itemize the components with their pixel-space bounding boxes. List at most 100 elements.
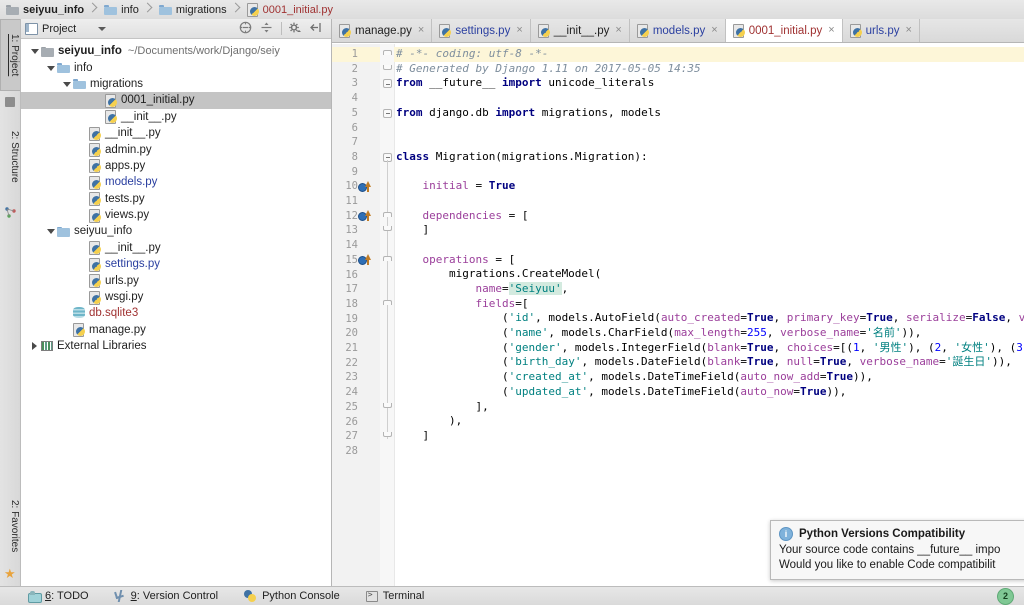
code-line: ('birth_day', models.DateField(blank=Tru… — [396, 355, 1012, 369]
breadcrumb-item-seiyuu-info[interactable]: seiyuu_info — [0, 0, 88, 19]
tree-item-label: seiyuu_info — [58, 45, 122, 58]
tree-item-admin-py[interactable]: admin.py — [21, 141, 331, 158]
chevron-right-icon[interactable] — [29, 338, 41, 354]
tree-item-0001-initial-py[interactable]: 0001_initial.py — [21, 92, 331, 109]
settings-gear-icon[interactable] — [288, 21, 303, 36]
breadcrumb-item-0001-initial-py[interactable]: 0001_initial.py — [241, 0, 337, 19]
python-file-icon — [439, 24, 452, 38]
tree-item-info[interactable]: info — [21, 59, 331, 75]
close-icon[interactable]: × — [906, 25, 912, 36]
code-line: name='Seiyuu', — [475, 282, 569, 295]
close-icon[interactable]: × — [711, 25, 717, 36]
fold-handle[interactable] — [383, 64, 392, 70]
code-line: fields=[ — [475, 296, 529, 310]
override-arrow-icon — [365, 254, 371, 266]
status-item-todo[interactable]: 6: TODO — [28, 590, 89, 603]
rail-tab-favorites[interactable]: 2: Favorites — [0, 485, 20, 567]
code-line: # Generated by Django 1.11 on 2017-05-05… — [396, 61, 701, 75]
line-number: 5 — [351, 106, 358, 119]
line-number: 4 — [351, 92, 358, 105]
tree-item-views-py[interactable]: views.py — [21, 207, 331, 223]
status-item-version-control[interactable]: 9: Version Control — [115, 590, 218, 602]
project-panel-title: Project — [42, 22, 77, 35]
status-badge[interactable]: 2 — [997, 587, 1014, 605]
tree-item-settings-py[interactable]: settings.py — [21, 256, 331, 272]
fold-handle[interactable] — [383, 108, 392, 118]
gutter-marker[interactable] — [358, 180, 372, 193]
python-file-icon — [105, 93, 117, 108]
tree-item-models-py[interactable]: models.py — [21, 174, 331, 190]
tree-item-migrations[interactable]: migrations — [21, 76, 331, 92]
line-number: 2 — [351, 62, 358, 75]
close-icon[interactable]: × — [516, 25, 522, 36]
tree-item-external-libraries[interactable]: External Libraries — [21, 338, 331, 354]
fold-handle[interactable] — [383, 79, 392, 89]
code-line: from __future__ import unicode_literals — [396, 76, 655, 90]
code-folding-column[interactable] — [380, 44, 395, 586]
tree-item-seiyuu-info[interactable]: seiyuu_info — [21, 223, 331, 239]
fold-handle[interactable] — [383, 50, 392, 55]
status-terminal-label: Terminal — [382, 590, 425, 602]
tree-item-label: settings.py — [105, 258, 160, 271]
editor-tab-urls-py[interactable]: urls.py × — [843, 19, 920, 42]
fold-handle[interactable] — [383, 226, 392, 232]
tree-item-seiyuu-info[interactable]: seiyuu_info ~/Documents/work/Django/seiy — [21, 43, 331, 59]
chevron-down-icon[interactable] — [45, 223, 57, 239]
tree-item-label: seiyuu_info — [74, 225, 133, 238]
python-file-icon — [339, 24, 351, 38]
fold-handle[interactable] — [383, 211, 392, 217]
breadcrumb-item-migrations[interactable]: migrations — [153, 0, 231, 19]
editor-tab-settings-py[interactable]: settings.py × — [432, 19, 531, 42]
code-line: dependencies = [ — [422, 208, 529, 222]
breadcrumb-separator — [231, 0, 241, 19]
editor-tab-manage-py[interactable]: manage.py × — [332, 19, 433, 42]
tree-item-tests-py[interactable]: tests.py — [21, 191, 331, 207]
editor-tab--init-py[interactable]: __init__.py × — [531, 19, 630, 42]
editor-tab-0001-initial-py[interactable]: 0001_initial.py × — [725, 19, 843, 42]
project-window-icon — [25, 23, 38, 35]
chevron-down-icon[interactable] — [29, 43, 41, 59]
close-icon[interactable]: × — [418, 25, 424, 36]
chevron-down-icon[interactable] — [98, 26, 107, 31]
fold-handle[interactable] — [383, 432, 392, 438]
rail-tab-project[interactable]: 1: Project — [0, 19, 20, 91]
code-editor[interactable]: 1 2 3 4 5 6 7 8 9 10 11 12 13 14 15 16 17 18 19 20 21 22 23 24 2… — [332, 44, 1024, 586]
python-file-icon — [89, 241, 101, 256]
terminal-icon — [365, 590, 378, 602]
rail-tab-structure[interactable]: 2: Structure — [0, 115, 20, 199]
close-icon[interactable]: × — [615, 25, 621, 36]
status-item-terminal[interactable]: Terminal — [365, 590, 425, 602]
gutter-marker[interactable] — [358, 254, 372, 266]
fold-handle[interactable] — [383, 402, 392, 408]
editor-tab-bar: manage.py × settings.py × __init__.py × models… — [332, 19, 1024, 43]
tree-item-manage-py[interactable]: manage.py — [21, 322, 331, 338]
tree-item--init-py[interactable]: __init__.py — [21, 240, 331, 256]
fold-handle[interactable] — [383, 299, 392, 305]
chevron-down-icon[interactable] — [45, 60, 57, 76]
close-icon[interactable]: × — [828, 25, 834, 36]
editor-tab-models-py[interactable]: models.py × — [630, 19, 726, 42]
breadcrumb-item-info[interactable]: info — [98, 0, 143, 19]
version-control-icon — [115, 590, 126, 602]
tree-item--init-py[interactable]: __init__.py — [21, 109, 331, 125]
notification-popup[interactable]: i Python Versions Compatibility Your sou… — [770, 520, 1024, 580]
chevron-down-icon[interactable] — [61, 76, 73, 92]
tree-item-apps-py[interactable]: apps.py — [21, 158, 331, 174]
gutter-marker[interactable] — [358, 210, 372, 222]
scroll-from-source-icon[interactable] — [260, 21, 275, 36]
tree-item-urls-py[interactable]: urls.py — [21, 272, 331, 289]
fold-handle[interactable] — [383, 255, 392, 261]
code-content[interactable]: # -*- coding: utf-8 -*- # Generated by Dj… — [394, 44, 1024, 586]
notification-line-1: Your source code contains __future__ imp… — [779, 544, 1001, 556]
collapse-all-icon[interactable] — [239, 21, 254, 36]
status-item-python-console[interactable]: Python Console — [244, 590, 340, 602]
code-line: class Migration(migrations.Migration): — [396, 149, 648, 163]
tree-item-wsgi-py[interactable]: wsgi.py — [21, 289, 331, 305]
tree-item--init-py[interactable]: __init__.py — [21, 125, 331, 141]
hide-panel-icon[interactable] — [309, 21, 324, 36]
project-tree[interactable]: seiyuu_info ~/Documents/work/Django/seiy i… — [21, 40, 331, 586]
tree-item-db-sqlite3[interactable]: db.sqlite3 — [21, 305, 331, 321]
